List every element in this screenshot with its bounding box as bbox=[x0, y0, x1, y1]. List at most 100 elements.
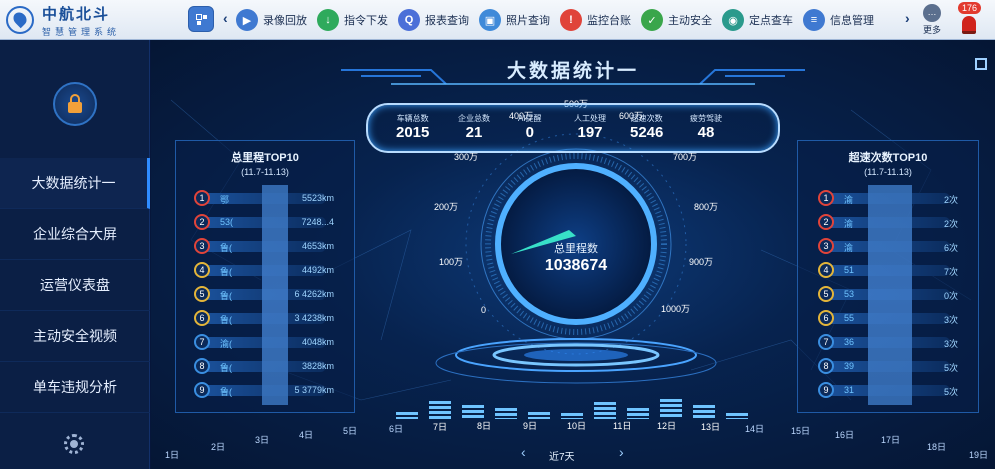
rank-plate: 渝( bbox=[220, 339, 232, 349]
rank-number: 6 bbox=[818, 310, 834, 326]
day-label[interactable]: 19日 bbox=[969, 448, 988, 461]
rank-number: 3 bbox=[194, 238, 210, 254]
rank-value: 6次 bbox=[943, 243, 958, 253]
range-next-icon[interactable]: › bbox=[619, 444, 624, 460]
menu-item-7[interactable]: ≡ 信息管理 bbox=[803, 0, 874, 40]
gauge-scale-800: 800万 bbox=[694, 202, 719, 212]
rank-plate: 55 bbox=[844, 313, 855, 323]
app-title: 中航北斗 bbox=[42, 5, 111, 23]
rank-number: 7 bbox=[818, 334, 834, 350]
rank-plate: 39 bbox=[844, 361, 855, 371]
daily-bar bbox=[627, 408, 649, 419]
rank-value: 5523km bbox=[301, 193, 334, 203]
rank-plate: 渝 bbox=[844, 195, 854, 205]
search-icon: Q bbox=[398, 9, 420, 31]
top-bar: 中航北斗 智慧管理系统 ‹ ▶ 录像回放 ↓ 指令下发 Q 报表查询 ▣ 照片查询! 监控台账 ✓… bbox=[0, 0, 995, 40]
rank-plate: 渝 bbox=[844, 219, 854, 229]
day-label[interactable]: 11日 bbox=[613, 419, 631, 432]
rank-number: 5 bbox=[194, 286, 210, 302]
daily-bar bbox=[693, 405, 715, 419]
rank-value: 7次 bbox=[943, 267, 958, 277]
daily-bar bbox=[726, 413, 748, 419]
gauge-scale-1000: 1000万 bbox=[661, 304, 691, 314]
menu-item-2[interactable]: Q 报表查询 bbox=[398, 0, 469, 40]
stat-item: 疲劳驾驶 48 bbox=[690, 113, 722, 141]
rank-plate: 31 bbox=[844, 385, 855, 395]
stat-label: 疲劳驾驶 bbox=[690, 114, 722, 123]
rank-value: 5次 bbox=[943, 387, 958, 397]
menu-scroll-left-icon[interactable]: ‹ bbox=[223, 10, 228, 26]
sidebar-item-4[interactable]: 单车违规分析 bbox=[0, 362, 150, 413]
video-playback-icon: ▶ bbox=[236, 9, 258, 31]
gear-icon[interactable] bbox=[64, 434, 84, 454]
day-label[interactable]: 12日 bbox=[657, 419, 676, 432]
range-prev-icon[interactable]: ‹ bbox=[521, 444, 526, 460]
sidebar-menu: 大数据统计一 企业综合大屏 运营仪表盘 主动安全视频 单车违规分析 bbox=[0, 158, 150, 413]
day-label[interactable]: 18日 bbox=[927, 440, 946, 453]
menu-item-5[interactable]: ✓ 主动安全 bbox=[641, 0, 712, 40]
day-label[interactable]: 2日 bbox=[211, 440, 225, 453]
day-label[interactable]: 9日 bbox=[523, 419, 537, 432]
stat-label: 车辆总数 bbox=[396, 114, 429, 123]
day-label[interactable]: 14日 bbox=[745, 422, 764, 435]
stat-item: 超速次数 5246 bbox=[630, 113, 663, 141]
menu-item-1[interactable]: ↓ 指令下发 bbox=[317, 0, 388, 40]
day-label[interactable]: 1日 bbox=[165, 448, 179, 461]
day-label[interactable]: 7日 bbox=[433, 420, 447, 433]
day-label[interactable]: 15日 bbox=[791, 424, 810, 437]
daily-bar bbox=[396, 412, 418, 419]
day-label[interactable]: 10日 bbox=[567, 419, 586, 432]
rank-plate: 53 bbox=[844, 289, 855, 299]
stat-label: 企业总数 bbox=[458, 114, 490, 123]
rank-plate: 鲁( bbox=[220, 243, 232, 253]
command-icon: ↓ bbox=[317, 9, 339, 31]
car-icon: ◉ bbox=[722, 9, 744, 31]
sidebar-item-3[interactable]: 主动安全视频 bbox=[0, 311, 150, 362]
daily-bar bbox=[462, 405, 484, 419]
menu-scroll-right-icon[interactable]: › bbox=[905, 10, 910, 26]
menu-item-4[interactable]: ! 监控台账 bbox=[560, 0, 631, 40]
menu-item-label: 信息管理 bbox=[830, 15, 874, 27]
day-label[interactable]: 17日 bbox=[881, 433, 900, 446]
mileage-top10-panel: 总里程TOP10 (11.7-11.13) 1 鄂 5523km 2 53(7248..… bbox=[175, 140, 355, 413]
rank-plate: 51 bbox=[844, 265, 855, 275]
rank-number: 4 bbox=[818, 262, 834, 278]
info-icon: ≡ bbox=[803, 9, 825, 31]
rank-plate: 鲁( bbox=[220, 363, 232, 373]
alarm-button[interactable]: 176 bbox=[954, 2, 988, 38]
rank-value: 3 4238km bbox=[294, 313, 334, 323]
menu-item-0[interactable]: ▶ 录像回放 bbox=[236, 0, 307, 40]
app-subtitle: 智慧管理系统 bbox=[42, 26, 121, 37]
apps-grid-button[interactable] bbox=[188, 6, 214, 32]
day-label[interactable]: 8日 bbox=[477, 419, 491, 432]
day-label[interactable]: 13日 bbox=[701, 420, 720, 433]
more-button[interactable]: … 更多 bbox=[918, 2, 946, 38]
day-label[interactable]: 16日 bbox=[835, 428, 854, 441]
daily-bars bbox=[396, 395, 756, 419]
logo-mark-icon bbox=[6, 6, 34, 34]
rank-value: 4492km bbox=[301, 265, 334, 275]
day-label[interactable]: 6日 bbox=[389, 422, 403, 435]
stat-label: 超速次数 bbox=[630, 114, 663, 123]
dashboard-stage: 大数据统计一 0 100万 200万 300万 400万 500万 600万 7… bbox=[151, 40, 995, 469]
day-label[interactable]: 4日 bbox=[299, 428, 313, 441]
lock-button[interactable] bbox=[53, 82, 97, 126]
total-mileage-value: 1038674 bbox=[544, 257, 608, 274]
range-label[interactable]: 近7天 bbox=[549, 448, 575, 463]
overspeed-top10-range: (11.7-11.13) bbox=[864, 167, 912, 177]
menu-item-6[interactable]: ◉ 定点查车 bbox=[722, 0, 793, 40]
rank-number: 1 bbox=[194, 190, 210, 206]
day-label[interactable]: 3日 bbox=[255, 433, 269, 446]
sidebar-item-1[interactable]: 企业综合大屏 bbox=[0, 209, 150, 260]
alert-icon: ! bbox=[560, 9, 582, 31]
sidebar-item-0[interactable]: 大数据统计一 bbox=[0, 158, 150, 209]
stats-panel: 车辆总数 2015 企业总数 21 AI提醒 0 人工处理 197 超速次数 5246 疲劳驾驶 48 bbox=[366, 103, 780, 153]
day-label[interactable]: 5日 bbox=[343, 424, 357, 437]
rank-value: 5 3779km bbox=[294, 385, 334, 395]
sidebar-item-2[interactable]: 运营仪表盘 bbox=[0, 260, 150, 311]
sidebar: 大数据统计一 企业综合大屏 运营仪表盘 主动安全视频 单车违规分析 bbox=[0, 40, 150, 469]
menu-item-label: 报表查询 bbox=[425, 15, 469, 27]
stat-item: 人工处理 197 bbox=[574, 113, 606, 141]
rank-number: 9 bbox=[818, 382, 834, 398]
menu-item-3[interactable]: ▣ 照片查询 bbox=[479, 0, 550, 40]
